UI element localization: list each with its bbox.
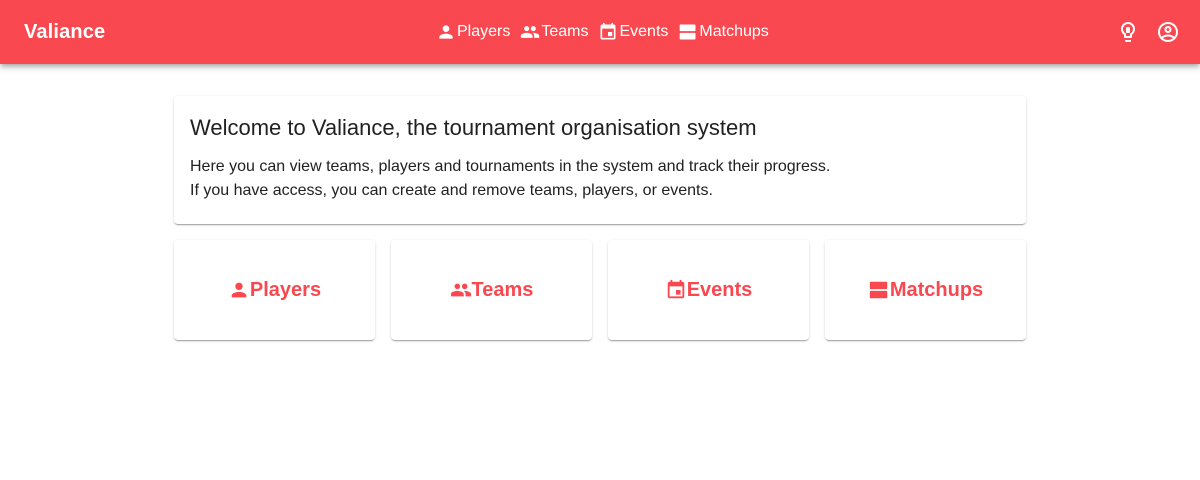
- welcome-line-1: Here you can view teams, players and tou…: [190, 158, 831, 175]
- calendar-event-icon: [598, 22, 618, 42]
- tile-label: Players: [249, 279, 322, 301]
- nav-item-label: Matchups: [699, 23, 769, 40]
- view-agenda-icon: [678, 22, 698, 42]
- nav-item-players[interactable]: Players: [436, 21, 510, 43]
- view-agenda-icon: [868, 279, 890, 301]
- top-app-bar: Valiance Players Teams Events Matchups: [0, 0, 1200, 64]
- tile-matchups[interactable]: Matchups: [825, 240, 1026, 340]
- person-icon: [228, 279, 250, 301]
- tile-players[interactable]: Players: [174, 240, 375, 340]
- tile-label: Matchups: [889, 279, 984, 301]
- tile-label: Events: [686, 279, 753, 301]
- people-icon: [450, 279, 472, 301]
- welcome-card: Welcome to Valiance, the tournament orga…: [174, 96, 1026, 224]
- nav-item-label: Teams: [541, 23, 589, 40]
- lightbulb-icon[interactable]: [1116, 20, 1140, 44]
- top-actions: [1100, 20, 1180, 44]
- welcome-text: Here you can view teams, players and tou…: [190, 155, 1010, 203]
- nav-item-events[interactable]: Events: [598, 21, 668, 43]
- tile-events[interactable]: Events: [608, 240, 809, 340]
- shortcut-tiles: Players Teams Events Matchups: [174, 240, 1026, 340]
- welcome-line-2: If you have access, you can create and r…: [190, 182, 713, 199]
- nav-item-label: Events: [619, 23, 669, 40]
- app-title[interactable]: Valiance: [24, 19, 105, 45]
- tile-label: Teams: [471, 279, 534, 301]
- people-icon: [520, 22, 540, 42]
- tile-teams[interactable]: Teams: [391, 240, 592, 340]
- nav-item-matchups[interactable]: Matchups: [678, 21, 769, 43]
- calendar-event-icon: [665, 279, 687, 301]
- nav-item-teams[interactable]: Teams: [520, 21, 588, 43]
- nav-item-label: Players: [457, 23, 511, 40]
- main-nav: Players Teams Events Matchups: [436, 19, 769, 45]
- person-icon: [436, 22, 456, 42]
- welcome-title: Welcome to Valiance, the tournament orga…: [190, 115, 757, 140]
- account-circle-icon[interactable]: [1156, 20, 1180, 44]
